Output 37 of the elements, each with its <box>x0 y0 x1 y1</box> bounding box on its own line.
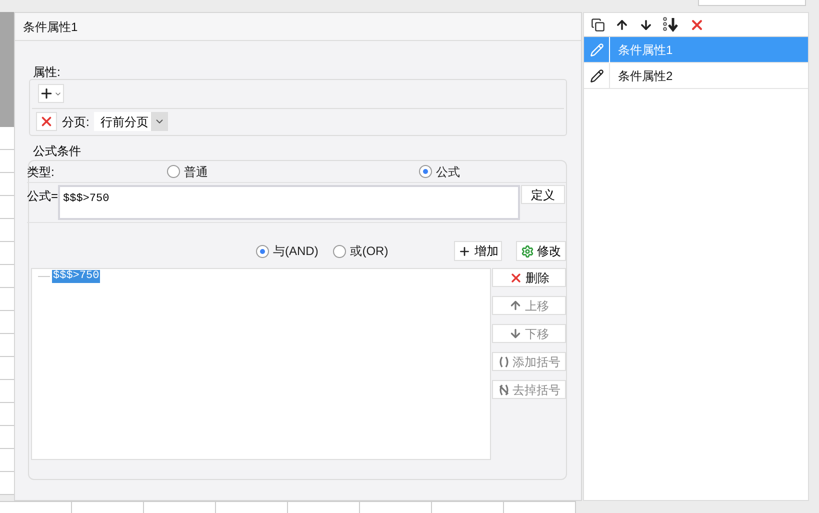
page-break-dropdown[interactable]: 行前分页 <box>94 112 168 131</box>
delete-button[interactable]: 删除 <box>492 268 566 287</box>
delete-button[interactable] <box>36 112 57 131</box>
radio-option[interactable]: 普通 <box>167 162 419 180</box>
add-dropdown-button[interactable] <box>38 84 64 103</box>
section-label: 属性: <box>33 64 62 81</box>
gear-icon <box>521 244 534 258</box>
formula-field[interactable]: $$$>750 <box>58 185 520 220</box>
radio-option[interactable]: 与(AND) <box>256 242 334 260</box>
plus-icon <box>39 86 54 101</box>
radio-option[interactable]: 或(OR) <box>333 242 454 260</box>
field-label: 公式= <box>27 188 58 205</box>
radio-button[interactable] <box>167 165 180 178</box>
list-item[interactable]: 条件属性2 <box>584 63 808 89</box>
pencil-icon <box>590 68 604 82</box>
radio-option[interactable]: 公式 <box>419 162 460 180</box>
radio-button[interactable] <box>256 244 269 258</box>
parentheses-icon <box>498 384 510 396</box>
field-label: 类型: <box>27 164 56 180</box>
text-field[interactable] <box>698 0 806 6</box>
plus-icon <box>458 244 471 258</box>
close-icon <box>39 114 54 129</box>
copy-icon[interactable] <box>591 18 605 32</box>
modify-button[interactable]: 修改 <box>516 241 566 261</box>
section-label: 公式条件 <box>33 143 82 160</box>
parentheses-icon <box>498 356 510 368</box>
add-button[interactable]: 增加 <box>454 241 502 261</box>
pencil-icon <box>590 42 604 56</box>
arrow-up-icon <box>509 299 522 312</box>
move-to-bottom-icon[interactable] <box>663 17 679 32</box>
define-button[interactable]: 定义 <box>521 185 565 204</box>
close-icon <box>508 270 522 284</box>
radio-button[interactable] <box>419 165 432 178</box>
radio-button[interactable] <box>333 244 346 258</box>
arrow-down-icon <box>509 327 522 340</box>
dialog-title: 条件属性1 <box>23 18 78 36</box>
field-label: 分页: <box>62 114 90 130</box>
